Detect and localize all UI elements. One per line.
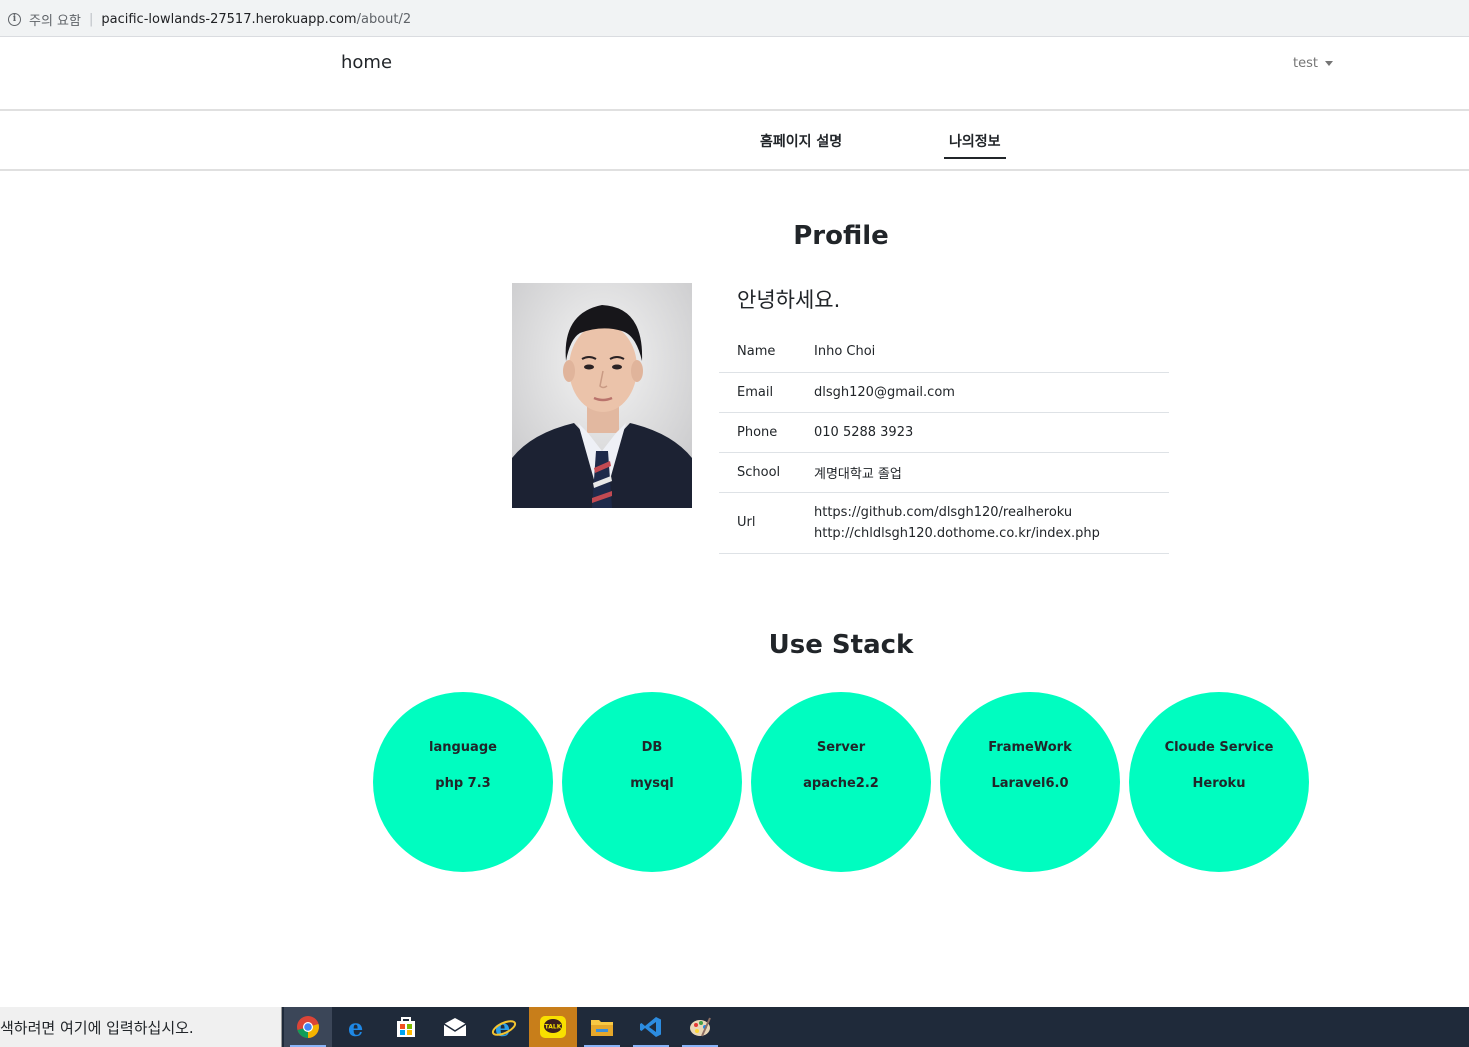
profile-photo [512, 283, 692, 508]
stack-circle-cloud-service: Cloude Service Heroku [1129, 692, 1309, 872]
field-value-school: 계명대학교 졸업 [814, 466, 902, 482]
user-dropdown[interactable]: test [1293, 56, 1333, 71]
caret-down-icon[interactable] [1324, 60, 1333, 66]
stack-circle-db: DB mysql [562, 692, 742, 872]
paint-icon[interactable] [676, 1007, 724, 1047]
vscode-icon[interactable] [627, 1007, 675, 1047]
file-explorer-icon[interactable] [578, 1007, 626, 1047]
table-row: Phone 010 5288 3923 [719, 412, 1169, 452]
table-row: School 계명대학교 졸업 [719, 452, 1169, 492]
stack-label: Cloude Service [1164, 740, 1274, 755]
url-path[interactable]: /about/2 [357, 12, 412, 27]
field-value-name: Inho Choi [814, 344, 876, 360]
profile-info-table: Name Inho Choi Email dlsgh120@gmail.com … [719, 332, 1169, 554]
svg-text:TALK: TALK [545, 1024, 562, 1031]
top-navbar: home test [0, 37, 1469, 111]
stack-circle-server: Server apache2.2 [751, 692, 931, 872]
stack-label: Server [816, 740, 866, 755]
table-row: Email dlsgh120@gmail.com [719, 372, 1169, 412]
homepage-url: http://chldlsgh120.dothome.co.kr/index.p… [814, 525, 1100, 541]
stack-value: Heroku [1192, 776, 1246, 791]
tab-my-info[interactable]: 나의정보 [944, 131, 1006, 159]
url-host[interactable]: pacific-lowlands-27517.herokuapp.com [101, 12, 356, 27]
table-row: Name Inho Choi [719, 332, 1169, 372]
section-tabs: 홈페이지 설명 나의정보 [0, 111, 1469, 171]
stack-circle-framework: FrameWork Laravel6.0 [940, 692, 1120, 872]
edge-icon[interactable]: e [333, 1007, 381, 1047]
field-value-email: dlsgh120@gmail.com [814, 384, 955, 400]
separator: | [88, 11, 94, 27]
profile-heading: Profile [793, 221, 889, 251]
stack-value: php 7.3 [435, 776, 491, 791]
omnibox[interactable]: i 주의 요함 | pacific-lowlands-27517.herokua… [0, 6, 1469, 32]
user-name[interactable]: test [1293, 56, 1318, 71]
info-icon[interactable]: i [8, 12, 21, 26]
windows-taskbar: 색하려면 여기에 입력하십시오. e e TALK [0, 1007, 1469, 1047]
stack-label: FrameWork [988, 740, 1072, 755]
taskbar-search-input[interactable]: 색하려면 여기에 입력하십시오. [0, 1007, 282, 1047]
field-label-email: Email [737, 384, 774, 400]
stack-value: apache2.2 [803, 776, 879, 791]
stack-value: Laravel6.0 [991, 776, 1069, 791]
field-value-url: https://github.com/dlsgh120/realheroku h… [796, 492, 1169, 553]
brand-home-link[interactable]: home [341, 52, 392, 73]
profile-photo-illustration [512, 283, 692, 508]
mail-icon[interactable] [431, 1007, 479, 1047]
stack-circle-language: language php 7.3 [373, 692, 553, 872]
field-label-school: School [737, 464, 781, 480]
use-stack-heading: Use Stack [768, 630, 914, 660]
stack-value: mysql [630, 776, 674, 791]
github-url: https://github.com/dlsgh120/realheroku [814, 504, 1073, 520]
store-icon[interactable] [382, 1007, 430, 1047]
greeting-text: 안녕하세요. [737, 288, 841, 312]
search-placeholder: 색하려면 여기에 입력하십시오. [0, 1018, 194, 1037]
tab-homepage-description[interactable]: 홈페이지 설명 [760, 131, 842, 157]
ie-icon[interactable]: e [480, 1007, 528, 1047]
chrome-icon[interactable] [284, 1007, 332, 1047]
stack-label: language [429, 740, 497, 755]
field-label-phone: Phone [737, 424, 778, 440]
field-label-url: Url [737, 515, 756, 530]
kakaotalk-icon[interactable]: TALK [529, 1007, 577, 1047]
field-label-name: Name [737, 344, 776, 360]
svg-text:e: e [348, 1015, 363, 1039]
stack-label: DB [641, 740, 663, 755]
field-value-phone: 010 5288 3923 [814, 424, 914, 440]
table-row: Url https://github.com/dlsgh120/realhero… [719, 492, 1169, 553]
security-warning[interactable]: 주의 요함 [29, 10, 81, 29]
browser-address-bar: i 주의 요함 | pacific-lowlands-27517.herokua… [0, 0, 1469, 37]
